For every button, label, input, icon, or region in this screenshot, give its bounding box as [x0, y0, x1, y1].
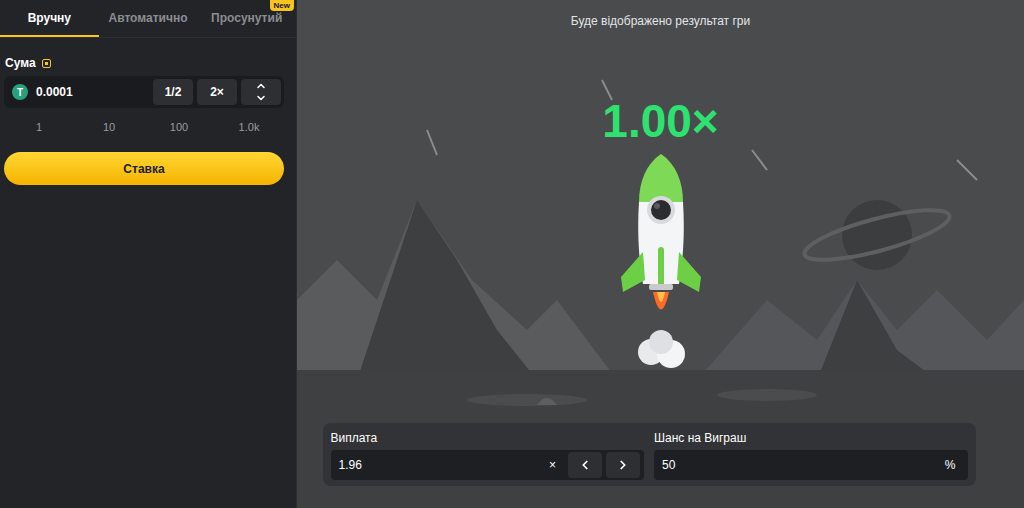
quick-amount[interactable]: 100 [144, 121, 214, 133]
half-button[interactable]: 1/2 [153, 79, 193, 105]
chevron-down-icon [255, 92, 267, 104]
rocket-icon [611, 152, 711, 384]
amount-input[interactable]: T 0.0001 1/22× [4, 76, 284, 108]
chance-value[interactable]: 50 [662, 458, 933, 472]
quick-amounts: 1101001.0k [4, 114, 284, 140]
mode-tabs: ВручнуАвтоматичноПросунутийNew [0, 0, 296, 38]
page: ВручнуАвтоматичноПросунутийNew Сума T 0.000… [0, 0, 1024, 508]
chance-input[interactable]: 50% [654, 450, 968, 480]
chance-suffix: % [937, 458, 964, 472]
info-icon [42, 59, 51, 68]
new-badge: New [270, 0, 294, 11]
chevron-right-icon [616, 458, 630, 472]
chevron-up-icon [255, 80, 267, 92]
amount-value[interactable]: 0.0001 [32, 85, 149, 99]
multiplier: 1.00× [602, 94, 718, 148]
quick-amount[interactable]: 10 [74, 121, 144, 133]
payout-value[interactable]: 1.96 [339, 458, 537, 472]
payout-suffix: × [541, 458, 564, 472]
double-button[interactable]: 2× [197, 79, 237, 105]
bet-button[interactable]: Ставка [4, 152, 284, 185]
quick-amount[interactable]: 1.0k [214, 121, 284, 133]
game-area: Буде відображено результат гри 1.00× Випла… [297, 0, 1024, 508]
quick-amount[interactable]: 1 [4, 121, 74, 133]
mode-tab[interactable]: ПросунутийNew [197, 0, 296, 37]
game-settings: Виплата 1.96 × Шанс на Виграш 50% [323, 423, 976, 486]
mode-tab[interactable]: Вручну [0, 0, 99, 37]
amount-label: Сума [4, 56, 284, 70]
status-text: Буде відображено результат гри [571, 14, 750, 30]
payout-label: Виплата [331, 431, 645, 445]
stepper-button[interactable] [241, 79, 281, 105]
chance-label: Шанс на Виграш [654, 431, 968, 445]
payout-input[interactable]: 1.96 × [331, 450, 645, 480]
chevron-left-icon [578, 458, 592, 472]
bet-panel: ВручнуАвтоматичноПросунутийNew Сума T 0.000… [0, 0, 297, 508]
chance-field: Шанс на Виграш 50% [654, 431, 968, 480]
tether-coin-icon: T [12, 84, 28, 100]
payout-field: Виплата 1.96 × [331, 431, 645, 480]
increase-button[interactable] [606, 452, 640, 478]
decrease-button[interactable] [568, 452, 602, 478]
mode-tab[interactable]: Автоматично [99, 0, 198, 37]
